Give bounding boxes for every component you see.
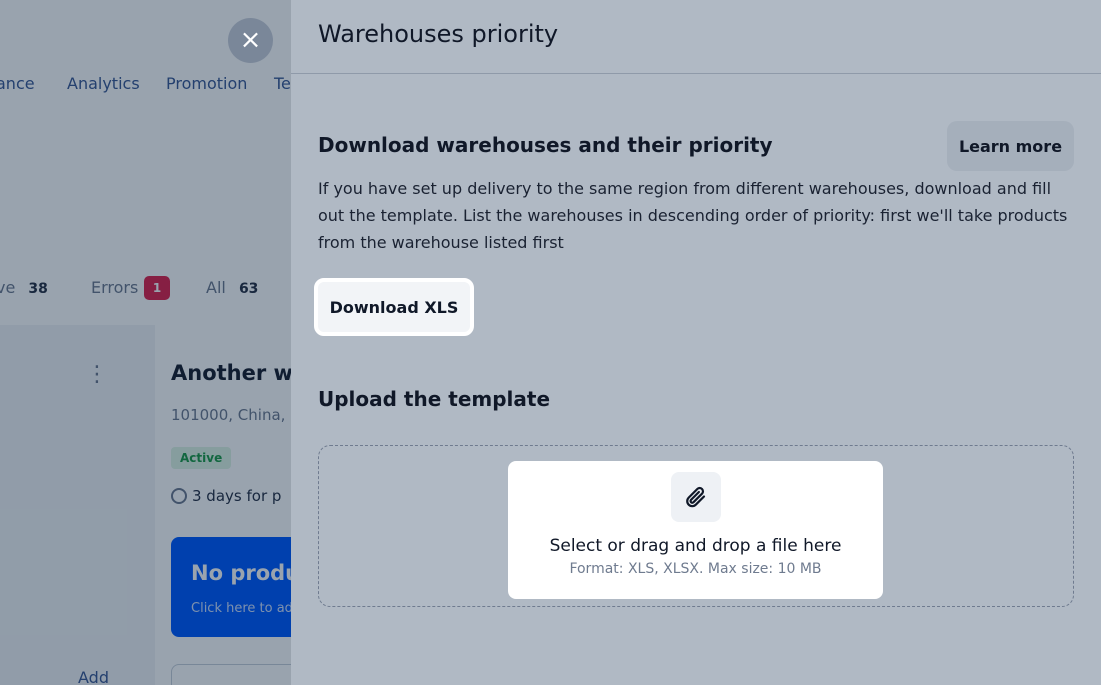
paperclip-icon [671, 472, 721, 522]
download-description: If you have set up delivery to the same … [318, 179, 1068, 252]
close-modal-button[interactable]: × [228, 18, 273, 63]
file-select-card[interactable]: Select or drag and drop a file here Form… [508, 461, 883, 599]
download-xls-button[interactable]: Download XLS [314, 278, 474, 336]
dropzone-prompt: Select or drag and drop a file here [549, 536, 842, 556]
dropzone-format-hint: Format: XLS, XLSX. Max size: 10 MB [569, 561, 822, 577]
warehouses-priority-panel: Warehouses priority Download warehouses … [291, 0, 1101, 685]
panel-title: Warehouses priority [318, 20, 559, 48]
learn-more-button[interactable]: Learn more [947, 121, 1074, 171]
upload-section-title: Upload the template [318, 387, 551, 411]
panel-header: Warehouses priority [291, 0, 1101, 74]
download-section-title: Download warehouses and their priority [318, 133, 773, 157]
